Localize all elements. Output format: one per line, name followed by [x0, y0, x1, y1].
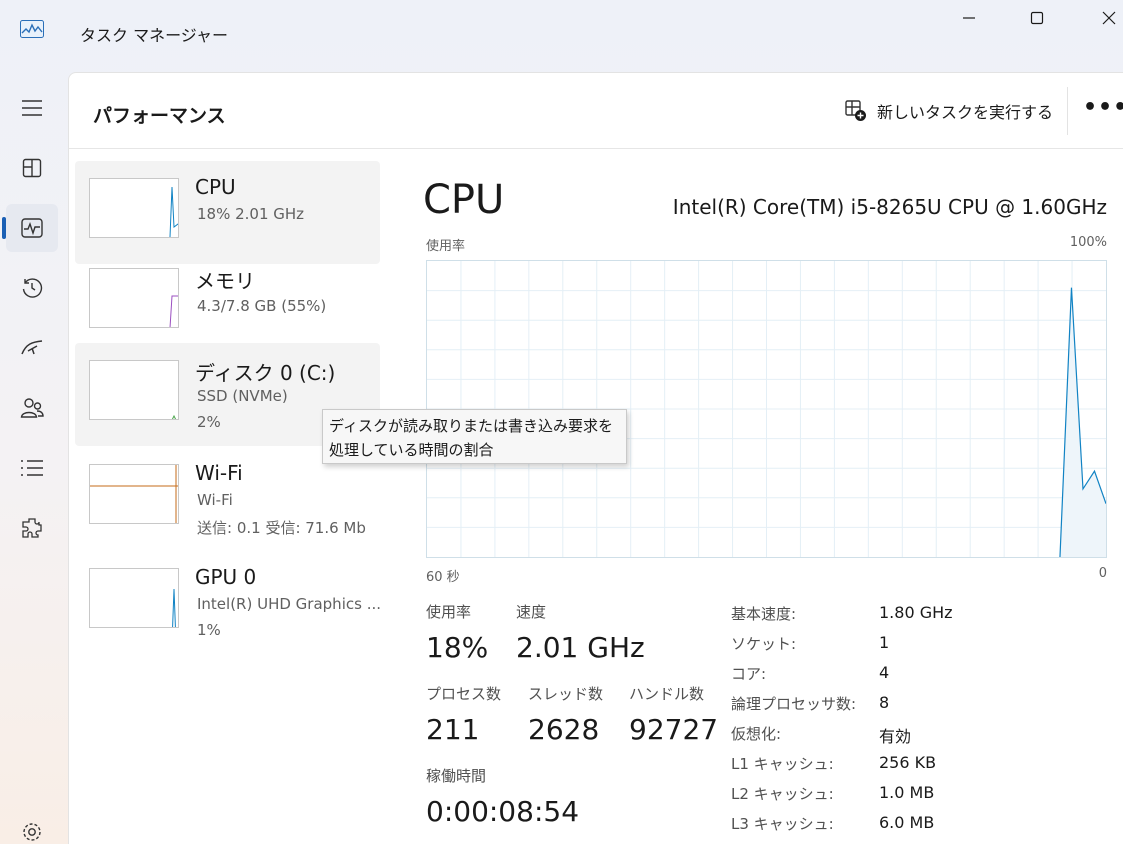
graph-label-max: 100% [1069, 235, 1107, 250]
spec-value-l1-cache: 256 KB [879, 753, 937, 772]
run-new-task-button[interactable]: 新しいタスクを実行する [845, 99, 1053, 123]
performance-icon [21, 218, 43, 238]
maximize-icon [1030, 11, 1044, 25]
spec-label-l3-cache: L3 キャッシュ: [731, 815, 834, 833]
device-detail: 18% 2.01 GHz [197, 205, 305, 223]
nav-performance[interactable] [6, 204, 58, 252]
handles-value: 92727 [629, 713, 719, 746]
spec-label-base-speed: 基本速度: [731, 605, 797, 623]
spec-value-logical-processors: 8 [879, 693, 890, 712]
processes-value: 211 [426, 713, 480, 746]
spec-value-l3-cache: 6.0 MB [879, 813, 935, 832]
startup-icon [21, 340, 43, 355]
spec-value-base-speed: 1.80 GHz [879, 603, 953, 622]
title-bar: タスク マネージャー [0, 0, 1123, 64]
run-new-task-label: 新しいタスクを実行する [877, 103, 1054, 122]
graph-axis-time-start: 60 秒 [426, 570, 460, 585]
close-button[interactable] [1086, 0, 1123, 36]
cpu-thumbnail [89, 178, 179, 238]
cpu-model-name: Intel(R) Core(TM) i5-8265U CPU @ 1.60GHz [672, 195, 1107, 219]
speed-value: 2.01 GHz [516, 631, 645, 664]
spec-label-virtualization: 仮想化: [731, 725, 782, 743]
nav-app-history[interactable] [6, 264, 58, 312]
page-title: パフォーマンス [93, 105, 226, 127]
device-usage: 1% [197, 621, 221, 639]
spec-label-l2-cache: L2 キャッシュ: [731, 785, 834, 803]
minimize-button[interactable] [946, 0, 992, 36]
usage-label: 使用率 [426, 603, 472, 621]
spec-label-l1-cache: L1 キャッシュ: [731, 755, 834, 773]
header-separator [1067, 87, 1068, 135]
gear-icon [23, 823, 41, 841]
services-puzzle-icon [22, 518, 42, 538]
device-name: メモリ [195, 269, 255, 293]
nav-startup-apps[interactable] [6, 324, 58, 372]
device-item-gpu-0[interactable]: GPU 0 Intel(R) UHD Graphics ... 1% [75, 551, 381, 654]
history-icon [22, 278, 43, 298]
device-usage: 2% [197, 413, 221, 431]
gpu-thumbnail [89, 568, 179, 628]
handles-label: ハンドル数 [629, 685, 705, 703]
spec-label-sockets: ソケット: [731, 635, 797, 653]
tooltip-line: 処理している時間の割合 [329, 441, 494, 459]
usage-value: 18% [426, 631, 489, 664]
uptime-label: 稼働時間 [426, 767, 487, 785]
device-name: GPU 0 [195, 565, 257, 589]
disk-thumbnail [89, 360, 179, 420]
device-detail: SSD (NVMe) [197, 387, 288, 405]
uptime-value: 0:00:08:54 [426, 795, 580, 828]
threads-value: 2628 [528, 713, 600, 746]
hamburger-menu-button[interactable] [6, 84, 58, 132]
graph-axis-time-end: 0 [1098, 566, 1107, 581]
device-item-memory[interactable]: メモリ 4.3/7.8 GB (55%) [75, 251, 380, 354]
tooltip-line: ディスクが読み取りまたは書き込み要求を [329, 417, 613, 435]
spec-label-logical-processors: 論理プロセッサ数: [731, 695, 857, 713]
speed-label: 速度 [516, 603, 547, 621]
spec-value-sockets: 1 [879, 633, 890, 652]
device-throughput: 送信: 0.1 受信: 71.6 Mb [197, 519, 366, 537]
graph-label-usage: 使用率 [426, 239, 466, 254]
new-task-icon [845, 100, 866, 121]
device-name: ディスク 0 (C:) [195, 361, 336, 385]
hamburger-icon [22, 100, 42, 116]
device-name: CPU [195, 175, 236, 199]
task-manager-app-icon [20, 20, 44, 38]
nav-users[interactable] [6, 384, 58, 432]
spec-label-cores: コア: [731, 665, 767, 683]
nav-details[interactable] [6, 444, 58, 492]
close-icon [1102, 11, 1116, 25]
cpu-usage-area [1059, 287, 1106, 557]
spec-value-l2-cache: 1.0 MB [879, 783, 935, 802]
processes-icon [22, 158, 42, 178]
nav-settings[interactable] [6, 808, 58, 844]
maximize-button[interactable] [1014, 0, 1060, 36]
device-name: Wi-Fi [195, 461, 243, 485]
device-detail: Wi-Fi [197, 491, 233, 509]
users-icon [20, 398, 44, 418]
more-options-button[interactable]: ••• [1083, 95, 1123, 120]
app-title: タスク マネージャー [80, 26, 228, 45]
device-detail: Intel(R) UHD Graphics ... [197, 595, 381, 613]
threads-label: スレッド数 [528, 685, 604, 703]
device-item-cpu[interactable]: CPU 18% 2.01 GHz [75, 161, 380, 264]
nav-services[interactable] [6, 504, 58, 552]
disk-usage-tooltip: ディスクが読み取りまたは書き込み要求を 処理している時間の割合 [322, 409, 627, 464]
spec-value-cores: 4 [879, 663, 890, 682]
details-list-icon [21, 460, 43, 476]
minimize-icon [963, 17, 975, 19]
spec-value-virtualization: 有効 [879, 727, 912, 746]
wifi-thumbnail [89, 464, 179, 524]
detail-title: CPU [423, 177, 505, 223]
memory-thumbnail [89, 268, 179, 328]
processes-label: プロセス数 [426, 685, 502, 703]
device-detail: 4.3/7.8 GB (55%) [197, 297, 327, 315]
nav-processes[interactable] [6, 144, 58, 192]
page-header: パフォーマンス 新しいタスクを実行する ••• [69, 73, 1123, 149]
